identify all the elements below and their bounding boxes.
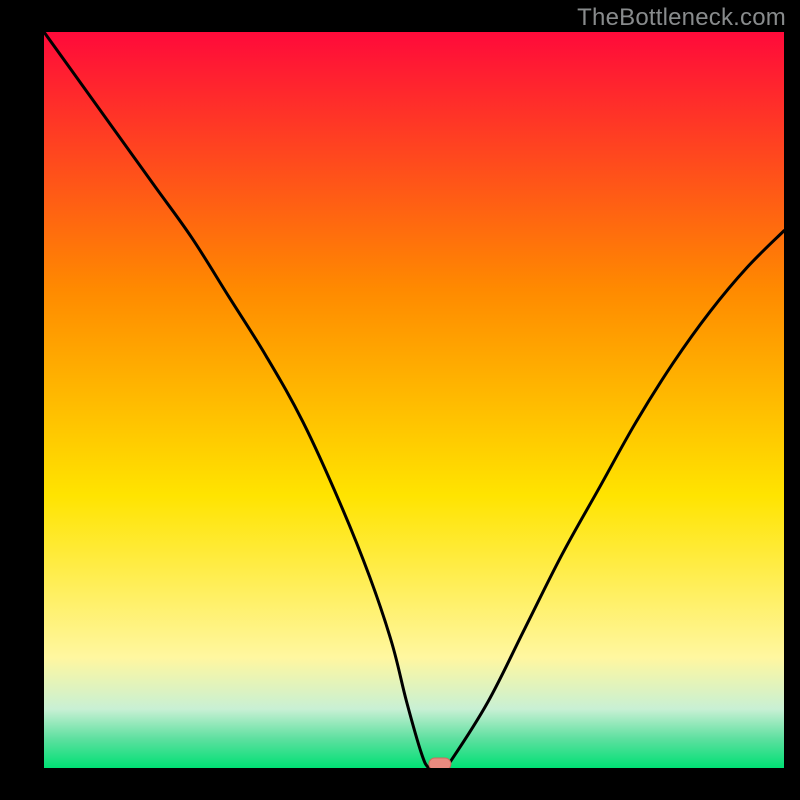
marker-layer <box>44 32 784 768</box>
plot-area <box>44 32 784 768</box>
watermark-text: TheBottleneck.com <box>577 4 786 32</box>
chart-frame: TheBottleneck.com <box>0 0 800 800</box>
min-marker <box>429 758 451 768</box>
